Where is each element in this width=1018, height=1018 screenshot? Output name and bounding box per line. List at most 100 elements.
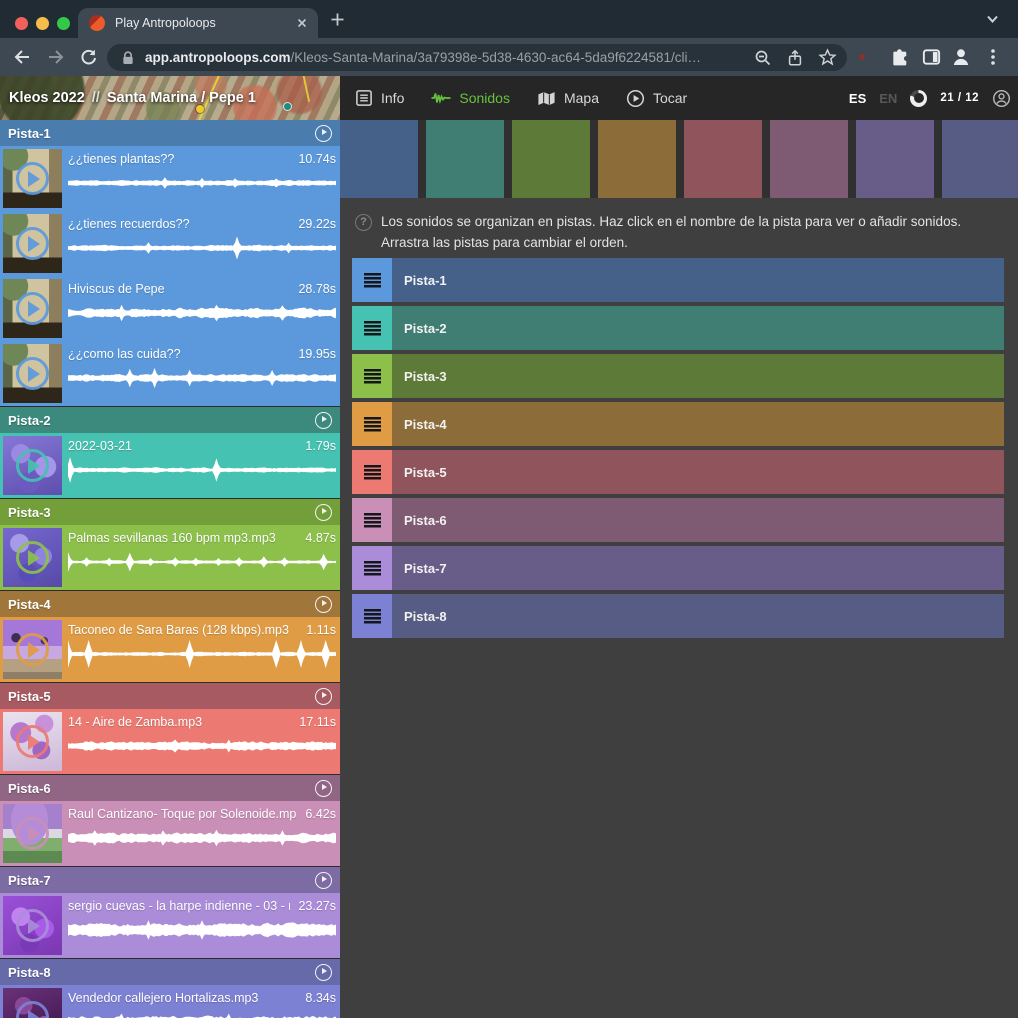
- extensions-puzzle-icon[interactable]: [890, 47, 910, 67]
- drag-handle[interactable]: [352, 546, 392, 590]
- track-row-bar[interactable]: Pista-1: [392, 258, 1004, 302]
- clip[interactable]: sergio cuevas - la harpe indienne - 03 -…: [0, 893, 340, 958]
- breadcrumb-project[interactable]: Kleos 2022: [9, 90, 85, 106]
- track-row[interactable]: Pista-7: [352, 546, 1004, 590]
- track-header[interactable]: Pista-6: [0, 775, 340, 801]
- track-header[interactable]: Pista-8: [0, 959, 340, 985]
- tab-info[interactable]: Info: [355, 89, 404, 107]
- track-row[interactable]: Pista-6: [352, 498, 1004, 542]
- language-en[interactable]: EN: [879, 91, 897, 106]
- back-icon[interactable]: [12, 47, 32, 67]
- clip-play-icon[interactable]: [16, 1001, 49, 1018]
- clip[interactable]: 2022-03-211.79s: [0, 433, 340, 498]
- forward-icon[interactable]: [46, 47, 66, 67]
- clip[interactable]: Raul Cantizano- Toque por Solenoide.mp36…: [0, 801, 340, 866]
- profile-avatar-icon[interactable]: [950, 46, 972, 68]
- language-es[interactable]: ES: [849, 91, 866, 106]
- new-tab-icon[interactable]: [330, 12, 345, 27]
- side-panel-icon[interactable]: [921, 47, 942, 68]
- drag-handle[interactable]: [352, 258, 392, 302]
- track-row-bar[interactable]: Pista-7: [392, 546, 1004, 590]
- drag-handle[interactable]: [352, 402, 392, 446]
- track-header[interactable]: Pista-3: [0, 499, 340, 525]
- macos-close-button[interactable]: [15, 17, 28, 30]
- clip[interactable]: Hiviscus de Pepe28.78s: [0, 276, 340, 341]
- track-row-bar[interactable]: Pista-3: [392, 354, 1004, 398]
- track-section: Pista-8Vendedor callejero Hortalizas.mp3…: [0, 959, 340, 1018]
- clip-play-icon[interactable]: [16, 292, 49, 325]
- clip[interactable]: ¿¿como las cuida??19.95s: [0, 341, 340, 406]
- drag-grip-icon: [364, 369, 381, 384]
- track-row-bar[interactable]: Pista-8: [392, 594, 1004, 638]
- track-row-bar[interactable]: Pista-5: [392, 450, 1004, 494]
- tab-mapa[interactable]: Mapa: [537, 90, 599, 107]
- track-play-button[interactable]: [315, 125, 332, 142]
- reload-icon[interactable]: [78, 47, 98, 67]
- track-row-bar[interactable]: Pista-2: [392, 306, 1004, 350]
- track-play-button[interactable]: [315, 412, 332, 429]
- track-row[interactable]: Pista-3: [352, 354, 1004, 398]
- breadcrumb-page[interactable]: Santa Marina / Pepe 1: [107, 90, 256, 106]
- clip-info-row: 14 - Aire de Zamba.mp317.11s: [68, 715, 336, 729]
- macos-minimize-button[interactable]: [36, 17, 49, 30]
- clip[interactable]: ¿¿tienes recuerdos??29.22s: [0, 211, 340, 276]
- track-header[interactable]: Pista-1: [0, 120, 340, 146]
- drag-handle[interactable]: [352, 354, 392, 398]
- track-play-button[interactable]: [315, 964, 332, 981]
- drag-handle[interactable]: [352, 450, 392, 494]
- antropoloops-favicon: [89, 15, 105, 31]
- track-play-button[interactable]: [315, 688, 332, 705]
- clip-play-icon[interactable]: [16, 162, 49, 195]
- track-header[interactable]: Pista-7: [0, 867, 340, 893]
- clip-info-row: 2022-03-211.79s: [68, 439, 336, 453]
- tab-sonidos[interactable]: Sonidos: [431, 90, 510, 106]
- clip-play-icon[interactable]: [16, 541, 49, 574]
- tab-close-icon[interactable]: [294, 15, 310, 31]
- track-row[interactable]: Pista-1: [352, 258, 1004, 302]
- track-header[interactable]: Pista-4: [0, 591, 340, 617]
- track-play-button[interactable]: [315, 872, 332, 889]
- clip-play-icon[interactable]: [16, 909, 49, 942]
- clip-play-icon[interactable]: [16, 725, 49, 758]
- track-row-bar[interactable]: Pista-6: [392, 498, 1004, 542]
- track-play-button[interactable]: [315, 504, 332, 521]
- track-clips: ¿¿tienes plantas??10.74s¿¿tienes recuerd…: [0, 146, 340, 406]
- clip[interactable]: Taconeo de Sara Baras (128 kbps).mp31.11…: [0, 617, 340, 682]
- track-row-bar[interactable]: Pista-4: [392, 402, 1004, 446]
- browser-tab[interactable]: Play Antropoloops: [78, 8, 318, 38]
- track-row[interactable]: Pista-4: [352, 402, 1004, 446]
- clip-play-icon[interactable]: [16, 227, 49, 260]
- clip-info-row: sergio cuevas - la harpe indienne - 03 -…: [68, 899, 336, 913]
- track-row[interactable]: Pista-5: [352, 450, 1004, 494]
- clip[interactable]: Vendedor callejero Hortalizas.mp38.34s: [0, 985, 340, 1018]
- share-icon[interactable]: [786, 49, 804, 67]
- track-row[interactable]: Pista-8: [352, 594, 1004, 638]
- zoom-out-icon[interactable]: [754, 49, 772, 67]
- track-header[interactable]: Pista-5: [0, 683, 340, 709]
- track-row[interactable]: Pista-2: [352, 306, 1004, 350]
- clip[interactable]: ¿¿tienes plantas??10.74s: [0, 146, 340, 211]
- clip-play-icon[interactable]: [16, 357, 49, 390]
- bookmark-star-icon[interactable]: [818, 48, 837, 67]
- track-header[interactable]: Pista-2: [0, 407, 340, 433]
- address-bar[interactable]: app.antropoloops.com/Kleos-Santa-Marina/…: [107, 44, 847, 71]
- clip-name: sergio cuevas - la harpe indienne - 03 -…: [68, 899, 290, 913]
- clip[interactable]: 14 - Aire de Zamba.mp317.11s: [0, 709, 340, 774]
- map-marker-icon: [283, 102, 292, 111]
- clip-play-icon[interactable]: [16, 449, 49, 482]
- clip[interactable]: Palmas sevillanas 160 bpm mp3.mp34.87s: [0, 525, 340, 590]
- drag-handle[interactable]: [352, 306, 392, 350]
- drag-handle[interactable]: [352, 498, 392, 542]
- lock-icon[interactable]: [119, 49, 137, 67]
- help-text: Los sonidos se organizan en pistas. Haz …: [381, 211, 1006, 253]
- drag-handle[interactable]: [352, 594, 392, 638]
- clip-play-icon[interactable]: [16, 633, 49, 666]
- clip-play-icon[interactable]: [16, 817, 49, 850]
- menu-dots-icon[interactable]: [984, 47, 1002, 67]
- track-play-button[interactable]: [315, 780, 332, 797]
- tab-tocar[interactable]: Tocar: [626, 89, 687, 108]
- account-icon[interactable]: [992, 89, 1011, 108]
- track-play-button[interactable]: [315, 596, 332, 613]
- tab-search-chevron-icon[interactable]: [985, 13, 1000, 25]
- macos-zoom-button[interactable]: [57, 17, 70, 30]
